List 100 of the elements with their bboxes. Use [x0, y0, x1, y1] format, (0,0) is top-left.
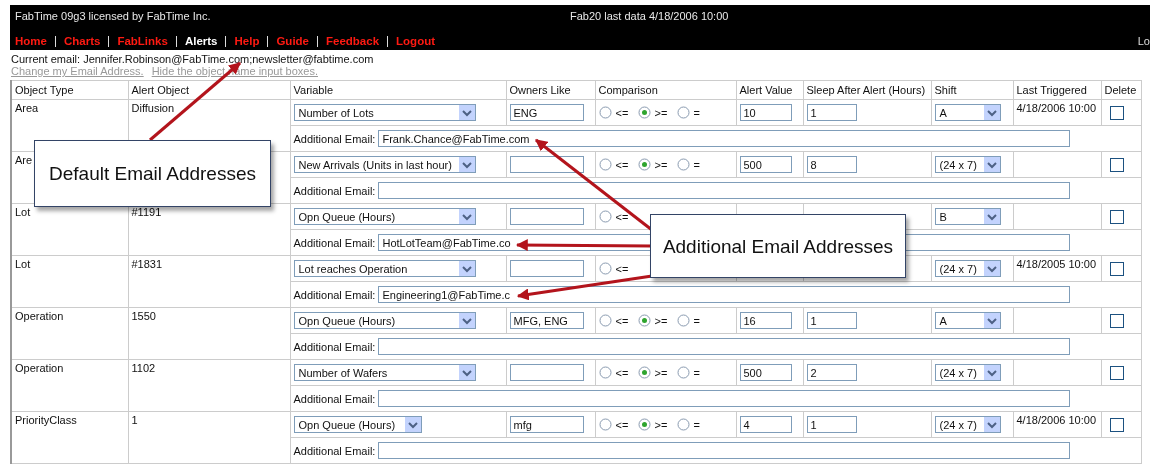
variable-select[interactable]: Opn Queue (Hours)	[293, 312, 476, 329]
field-label: Additional Email:	[293, 392, 376, 405]
radio-button[interactable]	[676, 314, 690, 327]
owners-input[interactable]	[509, 156, 584, 173]
delete-checkbox[interactable]	[1109, 418, 1124, 432]
column-header: Delete	[1101, 80, 1141, 100]
variable-select[interactable]: New Arrivals (Units in last hour)	[293, 156, 476, 173]
sleep-input[interactable]: 2	[806, 364, 857, 381]
radio-button[interactable]	[598, 210, 612, 223]
nav-link[interactable]: Charts	[63, 35, 101, 47]
owners-input[interactable]: ENG	[509, 104, 584, 121]
radio-button[interactable]	[676, 366, 690, 379]
field-label: Additional Email:	[293, 288, 376, 301]
sleep-input[interactable]: 1	[806, 416, 857, 433]
comparison-operator: <=	[615, 158, 630, 171]
shift-select[interactable]: (24 x 7)	[934, 156, 1001, 173]
shift-select[interactable]: B	[934, 208, 1001, 225]
radio-button[interactable]	[598, 366, 612, 379]
field-label: Additional Email:	[293, 340, 376, 353]
owners-input[interactable]	[509, 208, 584, 225]
delete-checkbox[interactable]	[1109, 366, 1124, 380]
alert-value-input[interactable]: 500	[739, 364, 792, 381]
radio-button[interactable]	[598, 262, 612, 275]
table-cell: Operation	[11, 307, 128, 360]
comparison-operator: >=	[654, 366, 669, 379]
comparison-operator: <=	[615, 314, 630, 327]
nav-link[interactable]: Help	[234, 35, 260, 47]
shift-select[interactable]: (24 x 7)	[934, 364, 1001, 381]
nav-link[interactable]: FabLinks	[117, 35, 168, 47]
nav-link[interactable]: Guide	[276, 35, 309, 47]
owners-input[interactable]: mfg	[509, 416, 584, 433]
field-label: Additional Email:	[293, 236, 376, 249]
comparison-operator: <=	[615, 210, 630, 223]
radio-button[interactable]	[598, 106, 612, 119]
email-input[interactable]	[378, 442, 1071, 459]
radio-button[interactable]	[637, 418, 651, 431]
comparison-operator: <=	[615, 106, 630, 119]
variable-select[interactable]: Number of Lots	[293, 104, 476, 121]
delete-checkbox[interactable]	[1109, 210, 1124, 224]
variable-select[interactable]: Lot reaches Operation	[293, 260, 476, 277]
alert-value-input[interactable]: 16	[739, 312, 792, 329]
column-header: Object Type	[11, 80, 128, 100]
table-cell: Lot	[11, 203, 128, 256]
email-input[interactable]	[378, 338, 1071, 355]
nav-link[interactable]: Logout	[396, 35, 435, 47]
field-label: Additional Email:	[293, 184, 376, 197]
radio-button[interactable]	[637, 314, 651, 327]
callout-label: Additional Email Addresses	[650, 214, 906, 278]
alert-value-input[interactable]: 500	[739, 156, 792, 173]
comparison-operator: >=	[654, 158, 669, 171]
variable-select[interactable]: Opn Queue (Hours)	[293, 416, 422, 433]
comparison-operator: <=	[615, 262, 630, 275]
radio-button[interactable]	[637, 366, 651, 379]
email-input[interactable]: Frank.Chance@FabTime.com	[378, 130, 1071, 147]
sleep-input[interactable]: 1	[806, 312, 857, 329]
nav-link[interactable]: Lo	[1137, 35, 1150, 47]
nav-link[interactable]: Alerts	[184, 35, 218, 47]
radio-button[interactable]	[637, 158, 651, 171]
radio-button[interactable]	[598, 314, 612, 327]
delete-checkbox[interactable]	[1109, 158, 1124, 172]
email-input[interactable]: Engineering1@FabTime.c	[378, 286, 1071, 303]
table-cell: 4/18/2006 10:00	[1016, 102, 1097, 114]
table-cell: #1831	[128, 255, 290, 308]
column-header: Alert Object	[128, 80, 290, 100]
sleep-input[interactable]: 8	[806, 156, 857, 173]
radio-button[interactable]	[598, 418, 612, 431]
radio-button[interactable]	[598, 158, 612, 171]
shift-select[interactable]: A	[934, 104, 1001, 121]
comparison-operator: =	[693, 418, 701, 431]
radio-button[interactable]	[676, 106, 690, 119]
column-header: Owners Like	[506, 80, 595, 100]
table-cell: Operation	[11, 359, 128, 412]
delete-checkbox[interactable]	[1109, 314, 1124, 328]
owners-input[interactable]	[509, 260, 584, 277]
email-input[interactable]	[378, 182, 1071, 199]
nav-link[interactable]: Home	[15, 35, 47, 47]
table-cell: 4/18/2006 10:00	[1016, 414, 1097, 426]
column-header: Variable	[290, 80, 506, 100]
delete-checkbox[interactable]	[1109, 262, 1124, 276]
owners-input[interactable]: MFG, ENG	[509, 312, 584, 329]
table-cell: 1102	[128, 359, 290, 412]
alert-value-input[interactable]: 10	[739, 104, 792, 121]
owners-input[interactable]	[509, 364, 584, 381]
shift-select[interactable]: (24 x 7)	[934, 260, 1001, 277]
sleep-input[interactable]: 1	[806, 104, 857, 121]
shift-select[interactable]: (24 x 7)	[934, 416, 1001, 433]
comparison-operator: <=	[615, 366, 630, 379]
radio-button[interactable]	[637, 106, 651, 119]
column-header: Shift	[931, 80, 1013, 100]
radio-button[interactable]	[676, 418, 690, 431]
shift-select[interactable]: A	[934, 312, 1001, 329]
table-cell: Lot	[11, 255, 128, 308]
variable-select[interactable]: Number of Wafers	[293, 364, 476, 381]
delete-checkbox[interactable]	[1109, 106, 1124, 120]
radio-button[interactable]	[676, 158, 690, 171]
alert-value-input[interactable]: 4	[739, 416, 792, 433]
variable-select[interactable]: Opn Queue (Hours)	[293, 208, 476, 225]
nav-link[interactable]: Feedback	[326, 35, 380, 47]
table-cell: #1191	[128, 203, 290, 256]
email-input[interactable]	[378, 390, 1071, 407]
